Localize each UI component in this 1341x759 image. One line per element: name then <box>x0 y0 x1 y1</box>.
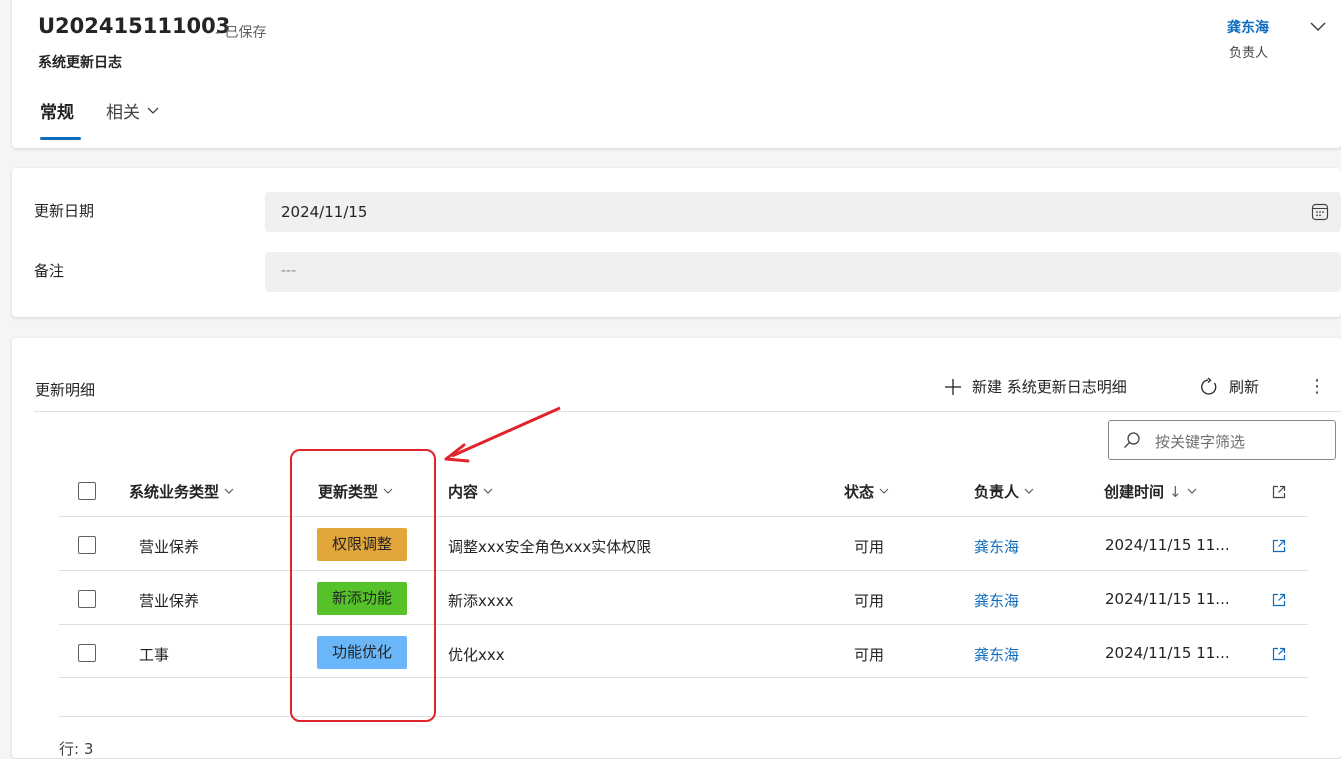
select-all-checkbox[interactable] <box>78 482 96 500</box>
remarks-value: --- <box>281 263 297 279</box>
refresh-icon <box>1201 377 1217 395</box>
new-record-label: 新建 系统更新日志明细 <box>972 378 1127 396</box>
record-id: U202415111003 <box>38 14 231 38</box>
column-header-label: 状态 <box>844 483 875 501</box>
cell-owner-link[interactable]: 龚东海 <box>974 590 1019 611</box>
column-header-label: 内容 <box>448 483 479 501</box>
cell-status: 可用 <box>854 592 885 610</box>
record-save-status: - 已保存 <box>215 25 267 41</box>
column-header-owner[interactable]: 负责人 <box>974 481 1034 502</box>
divider <box>34 411 1341 412</box>
open-in-new-icon[interactable] <box>1272 485 1286 499</box>
cell-status: 可用 <box>854 646 885 664</box>
refresh-button[interactable]: 刷新 <box>1199 376 1259 397</box>
row-count: 行: 3 <box>59 740 94 758</box>
column-header-label: 系统业务类型 <box>129 483 220 501</box>
add-icon <box>945 378 961 395</box>
grid-footer-divider <box>59 716 1308 717</box>
row-divider <box>59 677 1308 678</box>
column-header-business-type[interactable]: 系统业务类型 <box>129 481 234 502</box>
chevron-down-icon <box>483 488 493 494</box>
sort-descending-icon: ↓ <box>1169 482 1182 501</box>
cell-business-type: 工事 <box>139 646 170 664</box>
chevron-down-icon <box>1187 488 1197 494</box>
cell-created-on: 2024/11/15 11... <box>1105 536 1230 554</box>
chevron-down-icon <box>1024 488 1034 494</box>
row-divider <box>59 516 1308 517</box>
tab-related-label: 相关 <box>106 103 140 123</box>
cell-content: 调整xxx安全角色xxx实体权限 <box>448 538 652 556</box>
row-divider <box>59 624 1308 625</box>
update-date-label: 更新日期 <box>34 202 95 220</box>
row-divider <box>59 570 1308 571</box>
column-header-status[interactable]: 状态 <box>844 481 889 502</box>
subgrid-title: 更新明细 <box>35 381 96 399</box>
new-record-button[interactable]: 新建 系统更新日志明细 <box>944 376 1127 397</box>
filter-input[interactable]: 按关键字筛选 <box>1108 420 1336 460</box>
subgrid-section: 更新明细 新建 系统更新日志明细 刷新 ⋮ 按关键字筛选 系统业务类型 更新类型 <box>12 338 1341 758</box>
owner-link[interactable]: 龚东海 <box>1227 17 1269 37</box>
form-section: 更新日期 2024/11/15 备注 --- <box>12 168 1341 317</box>
remarks-field[interactable]: --- <box>265 252 1341 292</box>
chevron-down-icon <box>879 488 889 494</box>
cell-owner-link[interactable]: 龚东海 <box>974 536 1019 557</box>
open-in-new-icon[interactable] <box>1272 647 1286 661</box>
open-in-new-icon[interactable] <box>1272 539 1286 553</box>
column-header-label: 负责人 <box>974 483 1020 501</box>
column-header-label: 创建时间 <box>1104 483 1165 501</box>
tab-active-indicator <box>40 137 81 140</box>
open-in-new-icon[interactable] <box>1272 593 1286 607</box>
row-checkbox[interactable] <box>78 536 96 554</box>
annotation-highlight-box <box>290 449 436 722</box>
filter-placeholder: 按关键字筛选 <box>1155 433 1246 451</box>
record-header: U202415111003 - 已保存 系统更新日志 龚东海 负责人 常规 相关 <box>12 0 1341 148</box>
cell-content: 新添xxxx <box>448 592 514 610</box>
more-commands-button[interactable]: ⋮ <box>1308 376 1326 397</box>
calendar-icon[interactable] <box>1311 203 1329 221</box>
entity-name: 系统更新日志 <box>38 55 122 71</box>
cell-content: 优化xxx <box>448 646 505 664</box>
cell-business-type: 营业保养 <box>139 592 200 610</box>
cell-business-type: 营业保养 <box>139 538 200 556</box>
remarks-label: 备注 <box>34 262 65 280</box>
row-checkbox[interactable] <box>78 590 96 608</box>
chevron-down-icon[interactable] <box>1308 20 1328 34</box>
column-header-created-on[interactable]: 创建时间 ↓ <box>1104 481 1197 502</box>
update-date-field[interactable]: 2024/11/15 <box>265 192 1341 232</box>
column-header-content[interactable]: 内容 <box>448 481 493 502</box>
chevron-down-icon <box>224 488 234 494</box>
tab-related[interactable]: 相关 <box>106 98 160 123</box>
refresh-label: 刷新 <box>1229 378 1260 396</box>
cell-created-on: 2024/11/15 11... <box>1105 644 1230 662</box>
cell-owner-link[interactable]: 龚东海 <box>974 644 1019 665</box>
more-icon: ⋮ <box>1308 376 1326 397</box>
cell-created-on: 2024/11/15 11... <box>1105 590 1230 608</box>
cell-status: 可用 <box>854 538 885 556</box>
chevron-down-icon <box>147 107 159 114</box>
annotation-arrow-icon <box>444 406 561 463</box>
row-checkbox[interactable] <box>78 644 96 662</box>
search-icon <box>1124 432 1140 448</box>
owner-caption: 负责人 <box>1229 46 1269 61</box>
tab-general[interactable]: 常规 <box>40 98 74 123</box>
update-date-value: 2024/11/15 <box>281 203 368 221</box>
